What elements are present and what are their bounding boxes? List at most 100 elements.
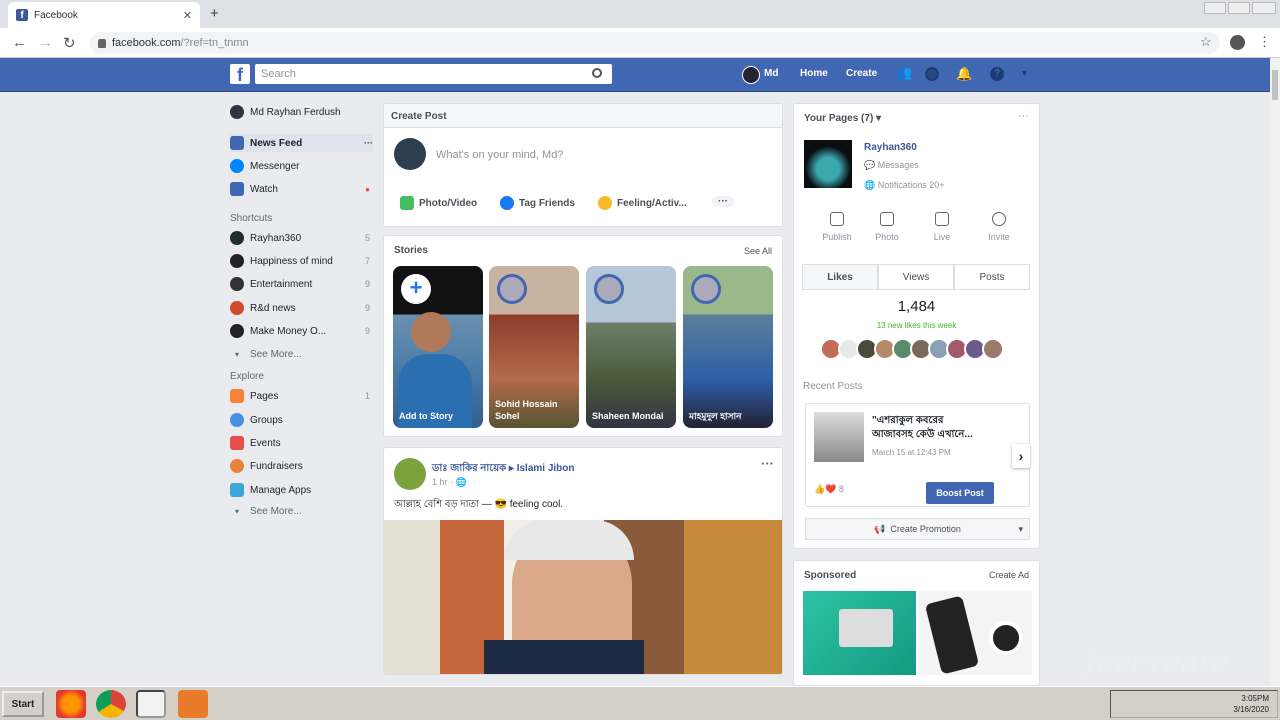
- friend-requests-icon[interactable]: 👥: [896, 65, 912, 80]
- new-tab-icon[interactable]: +: [210, 5, 219, 22]
- composer-more-button[interactable]: ···: [712, 196, 734, 207]
- post-timestamp[interactable]: 1 hr · 🌐: [432, 477, 467, 488]
- search-placeholder: Search: [261, 68, 296, 80]
- bookmark-star-icon[interactable]: ☆: [1200, 34, 1212, 50]
- minimize-button[interactable]: [1204, 2, 1226, 14]
- page-messages-link[interactable]: 💬 Messages: [864, 160, 919, 171]
- chrome-taskbar-icon[interactable]: [96, 690, 126, 718]
- recent-post-card[interactable]: "এশরাকুল কবরের আজাবসহ কেউ এখানে... March…: [805, 403, 1030, 507]
- profile-avatar-icon[interactable]: [1230, 35, 1245, 50]
- live-button[interactable]: Live: [920, 212, 964, 242]
- tab-views[interactable]: Views: [878, 264, 954, 290]
- url-input[interactable]: facebook.com/?ref=tn_tnmn: [90, 32, 1220, 54]
- explore-item-events[interactable]: Events: [230, 434, 370, 452]
- recent-posts-next-icon[interactable]: ›: [1012, 444, 1030, 468]
- boost-post-button[interactable]: Boost Post: [926, 482, 994, 504]
- publish-button[interactable]: Publish: [815, 212, 859, 242]
- feeling-activity-button[interactable]: Feeling/Activ...: [598, 196, 687, 210]
- explore-label: Manage Apps: [250, 484, 312, 496]
- search-input[interactable]: Search: [255, 64, 612, 84]
- create-promotion-label: Create Promotion: [890, 524, 961, 534]
- create-promotion-button[interactable]: 📢 Create Promotion ▾: [805, 518, 1030, 540]
- story-caption: Sohid Hossain Sohel: [495, 399, 558, 421]
- tab-likes[interactable]: Likes: [802, 264, 878, 290]
- clock-time: 3:05PM: [1241, 694, 1269, 703]
- back-icon[interactable]: ←: [12, 34, 27, 51]
- post-options-icon[interactable]: ···: [761, 456, 774, 471]
- story-card[interactable]: Sohid Hossain Sohel: [489, 266, 579, 428]
- shortcut-item[interactable]: R&d news 9: [230, 299, 370, 317]
- account-menu-icon[interactable]: ▼: [1020, 68, 1029, 78]
- sponsored-ad-image[interactable]: [803, 591, 916, 675]
- window-close-button[interactable]: [1252, 2, 1276, 14]
- tag-friends-button[interactable]: Tag Friends: [500, 196, 575, 210]
- explore-item-manage-apps[interactable]: Manage Apps: [230, 481, 370, 499]
- media-player-taskbar-icon[interactable]: [136, 690, 166, 718]
- story-caption: Add to Story: [399, 411, 453, 421]
- shortcut-count: 7: [364, 256, 370, 266]
- new-likers-avatars[interactable]: [820, 338, 1004, 360]
- shortcut-item[interactable]: Make Money O... 9: [230, 322, 370, 340]
- shortcuts-heading: Shortcuts: [230, 213, 273, 224]
- reactions-count: 8: [838, 484, 844, 494]
- messenger-header-icon[interactable]: [925, 67, 939, 81]
- chevron-down-icon: ▾: [234, 349, 239, 359]
- sponsored-ad-image[interactable]: [919, 591, 1032, 675]
- browser-menu-icon[interactable]: ⋮: [1258, 34, 1271, 50]
- your-pages-title[interactable]: Your Pages (7) ▾: [804, 113, 881, 124]
- story-caption: মাহমুদুল হাসান: [689, 411, 742, 421]
- facebook-logo-icon[interactable]: f: [230, 64, 250, 84]
- post-author-avatar[interactable]: [394, 458, 426, 490]
- story-card[interactable]: Shaheen Mondal: [586, 266, 676, 428]
- page-notifications-link[interactable]: 🌐 Notifications 20+: [864, 180, 945, 191]
- pages-more-icon[interactable]: ···: [1018, 110, 1029, 122]
- see-more-explore[interactable]: ▾ See More...: [230, 502, 370, 520]
- browser-tab[interactable]: f Facebook ✕: [8, 2, 200, 28]
- tab-posts[interactable]: Posts: [954, 264, 1030, 290]
- close-tab-icon[interactable]: ✕: [183, 9, 192, 22]
- left-nav-profile[interactable]: Md Rayhan Ferdush: [230, 103, 380, 121]
- system-clock[interactable]: 3:05PM 3/16/2020: [1233, 693, 1269, 715]
- add-story-plus-icon[interactable]: +: [401, 274, 431, 304]
- add-story-card[interactable]: + Add to Story: [393, 266, 483, 428]
- photo-video-button[interactable]: Photo/Video: [400, 196, 477, 210]
- reload-icon[interactable]: ↻: [63, 34, 76, 52]
- see-all-link[interactable]: See All: [744, 246, 772, 256]
- forward-icon[interactable]: →: [38, 34, 53, 51]
- shortcut-item[interactable]: Happiness of mind 7: [230, 252, 370, 270]
- invite-label: Invite: [988, 232, 1010, 242]
- invite-button[interactable]: Invite: [977, 212, 1021, 242]
- app-taskbar-icon[interactable]: [178, 690, 208, 718]
- create-ad-link[interactable]: Create Ad: [989, 570, 1029, 580]
- explore-item-pages[interactable]: Pages 1: [230, 387, 370, 405]
- start-button[interactable]: Start: [2, 691, 44, 717]
- left-nav-messenger[interactable]: Messenger: [230, 157, 370, 175]
- explore-item-fundraisers[interactable]: Fundraisers: [230, 457, 370, 475]
- notifications-bell-icon[interactable]: 🔔: [956, 66, 972, 82]
- story-card[interactable]: মাহমুদুল হাসান: [683, 266, 773, 428]
- profile-link[interactable]: Md: [764, 68, 778, 79]
- page-avatar[interactable]: [804, 140, 852, 188]
- firefox-taskbar-icon[interactable]: [56, 690, 86, 718]
- search-icon[interactable]: [592, 68, 602, 78]
- left-nav-news-feed[interactable]: News Feed ···: [230, 134, 373, 152]
- left-nav-watch[interactable]: Watch ●: [230, 180, 370, 198]
- maximize-button[interactable]: [1228, 2, 1250, 14]
- help-icon[interactable]: ?: [990, 67, 1004, 81]
- explore-item-groups[interactable]: Groups: [230, 411, 370, 429]
- home-link[interactable]: Home: [800, 68, 828, 79]
- composer-input[interactable]: What's on your mind, Md?: [436, 149, 563, 161]
- post-image[interactable]: [384, 520, 782, 674]
- user-avatar[interactable]: [742, 66, 760, 84]
- see-more-shortcuts[interactable]: ▾ See More...: [230, 345, 370, 363]
- create-link[interactable]: Create: [846, 68, 877, 79]
- shortcut-item[interactable]: Rayhan360 5: [230, 229, 370, 247]
- photo-button[interactable]: Photo: [865, 212, 909, 242]
- scrollbar-thumb[interactable]: [1272, 70, 1278, 100]
- chevron-down-icon[interactable]: ▾: [1018, 524, 1023, 535]
- page-scrollbar[interactable]: [1270, 58, 1280, 686]
- post-author[interactable]: ডাঃ জাকির নায়েক ▸ Islami Jibon: [432, 461, 575, 478]
- news-feed-more-icon[interactable]: ···: [364, 138, 373, 148]
- page-name[interactable]: Rayhan360: [864, 142, 917, 153]
- shortcut-item[interactable]: Entertainment 9: [230, 275, 370, 293]
